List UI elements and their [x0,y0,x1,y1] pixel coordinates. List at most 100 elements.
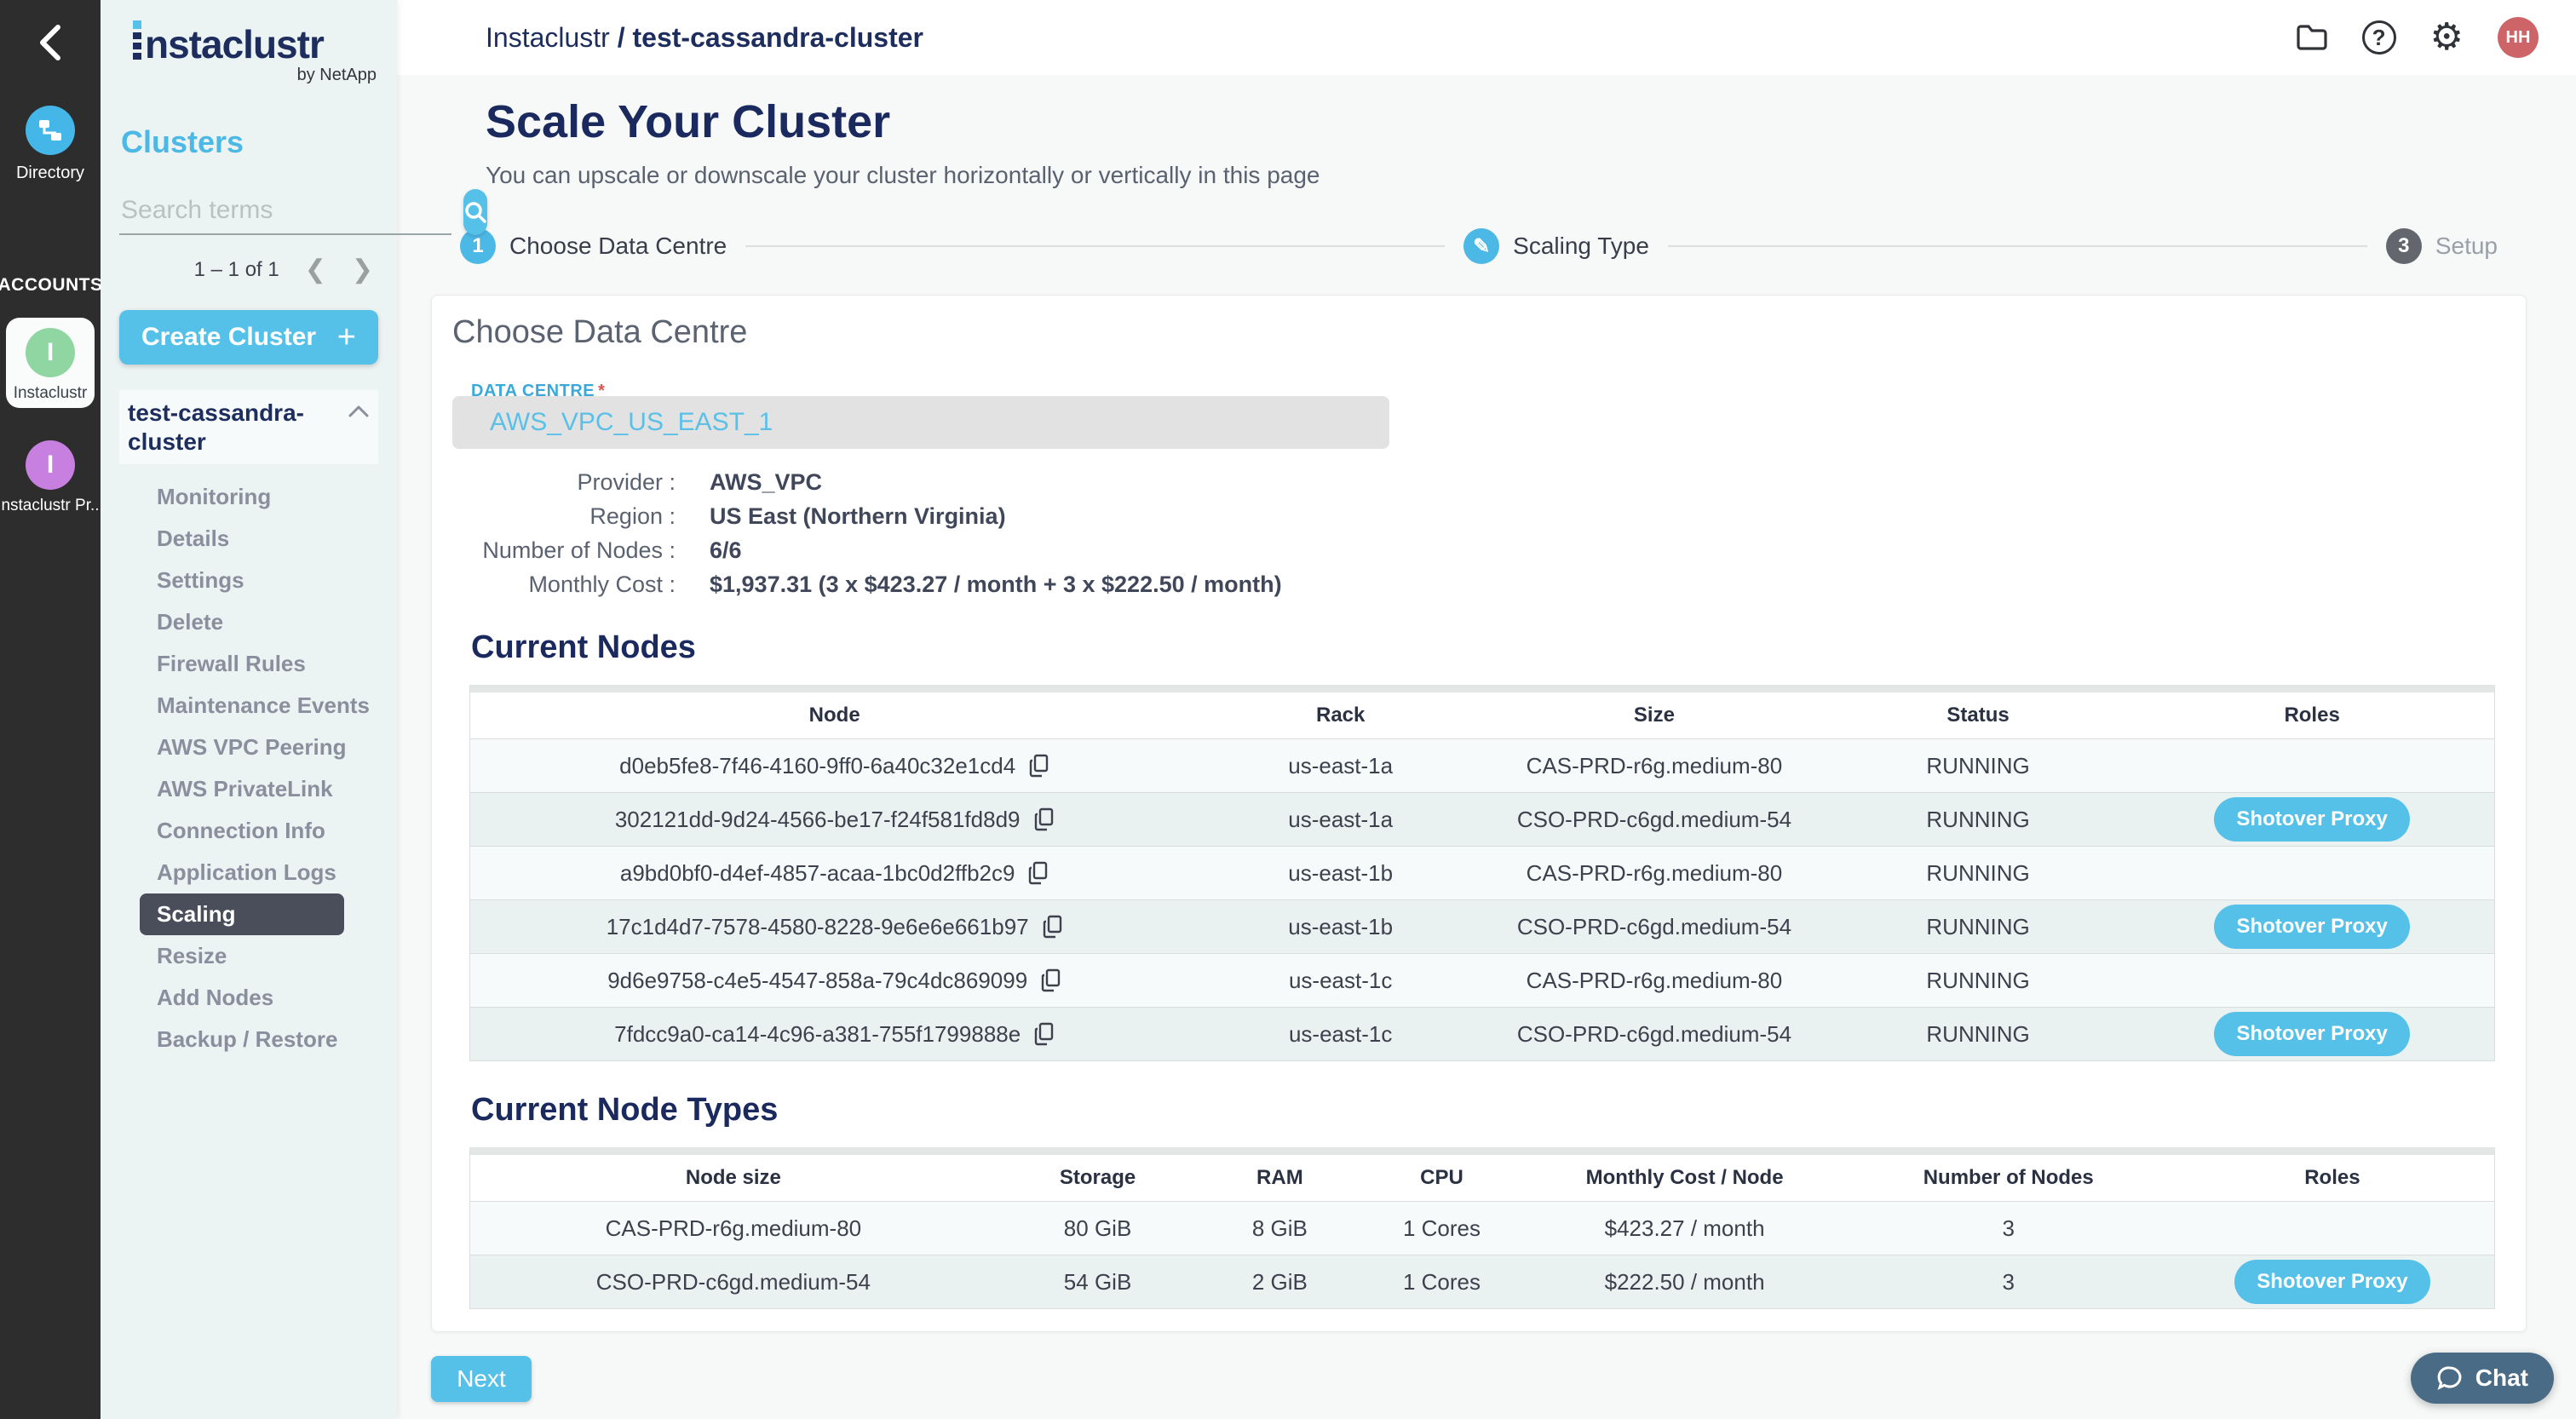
table-header: NodeRackSizeStatusRoles [470,692,2494,738]
current-nodes-table: NodeRackSizeStatusRoles d0eb5fe8-7f46-41… [469,685,2495,1061]
choose-data-centre-card: Choose Data Centre DATA CENTRE* AWS_VPC_… [431,295,2527,1332]
help-icon[interactable]: ? [2362,20,2396,55]
avatar: I [26,440,75,490]
instaclustr-logo: nstaclustr by NetApp [133,20,378,85]
chat-button[interactable]: Chat [2411,1353,2554,1404]
next-button[interactable]: Next [431,1356,532,1402]
breadcrumb-separator: / [610,22,633,53]
cluster-name: test-cassandra-cluster [128,399,324,456]
copy-icon[interactable] [1034,807,1055,831]
copy-icon[interactable] [1029,754,1049,778]
table-row: CSO-PRD-c6gd.medium-5454 GiB2 GiB1 Cores… [470,1255,2494,1308]
sidebar-item-monitoring[interactable]: Monitoring [157,476,378,518]
detail-value: $1,937.31 (3 x $423.27 / month + 3 x $22… [710,570,1282,599]
copy-icon[interactable] [1034,1022,1055,1046]
account-item-instaclustr[interactable]: I Instaclustr [6,318,95,408]
avatar: I [26,328,75,377]
logo-subtitle: by NetApp [133,66,377,85]
clusters-sidebar: nstaclustr by NetApp Clusters 1 – 1 of 1… [101,0,397,1419]
clusters-heading: Clusters [121,124,378,160]
search-input[interactable] [119,191,451,235]
table-header: Node sizeStorageRAMCPUMonthly Cost / Nod… [470,1155,2494,1201]
account-label: Instaclustr Pr... [0,497,104,515]
page-title: Scale Your Cluster [486,95,2527,148]
role-badge: Shotover Proxy [2214,1012,2409,1056]
cluster-accordion-header[interactable]: test-cassandra-cluster [119,390,378,464]
detail-label: Provider : [452,468,676,497]
sidebar-item-connection-info[interactable]: Connection Info [157,810,378,852]
card-heading: Choose Data Centre [452,314,2495,351]
pagination-label: 1 – 1 of 1 [194,258,279,282]
sidebar-item-delete[interactable]: Delete [157,601,378,643]
chevron-right-icon[interactable]: ❯ [352,257,373,283]
table-row: 7fdcc9a0-ca14-4c96-a381-755f1799888e us-… [470,1007,2494,1060]
current-node-types-heading: Current Node Types [471,1092,2495,1129]
table-row: 17c1d4d7-7578-4580-8228-9e6e6e661b97 us-… [470,899,2494,953]
search-icon [463,200,487,224]
account-rail: Directory ACCOUNTS I Instaclustr I Insta… [0,0,101,1419]
topbar: Instaclustr / test-cassandra-cluster ? ⚙… [397,0,2576,75]
copy-icon[interactable] [1028,861,1049,885]
search-button[interactable] [463,189,487,235]
table-row: a9bd0bf0-d4ef-4857-acaa-1bc0d2ffb2c9 us-… [470,846,2494,899]
copy-icon[interactable] [1041,968,1061,992]
sidebar-item-add-nodes[interactable]: Add Nodes [157,977,378,1019]
table-row: 9d6e9758-c4e5-4547-858a-79c4dc869099 us-… [470,953,2494,1007]
logo-text: nstaclustr [145,25,324,64]
detail-label: Region : [452,502,676,531]
data-centre-select[interactable]: AWS_VPC_US_EAST_1 [452,396,1389,449]
current-node-types-table: Node sizeStorageRAMCPUMonthly Cost / Nod… [469,1147,2495,1309]
sidebar-item-aws-vpc-peering[interactable]: AWS VPC Peering [157,727,378,768]
data-centre-selected-option[interactable]: AWS_VPC_US_EAST_1 [490,408,773,437]
sidebar-item-scaling[interactable]: Scaling [140,893,344,935]
sidebar-item-details[interactable]: Details [157,518,378,560]
stepper: 1 Choose Data Centre ✎ Scaling Type 3 Se… [460,228,2498,264]
table-row: d0eb5fe8-7f46-4160-9ff0-6a40c32e1cd4 us-… [470,738,2494,792]
step-choose-data-centre[interactable]: 1 Choose Data Centre [460,228,727,264]
current-nodes-heading: Current Nodes [471,629,2495,666]
sidebar-item-resize[interactable]: Resize [157,935,378,977]
account-item-instaclustr-pr[interactable]: I Instaclustr Pr... [6,430,95,520]
step-connector [745,245,1445,247]
detail-label: Monthly Cost : [452,570,676,599]
directory-icon [37,117,64,144]
step-scaling-type[interactable]: ✎ Scaling Type [1463,228,1649,264]
breadcrumb: Instaclustr / test-cassandra-cluster [486,22,923,54]
chevron-left-icon[interactable]: ❮ [305,257,326,283]
step-setup[interactable]: 3 Setup [2386,228,2498,264]
account-label: Instaclustr [14,384,88,403]
sidebar-item-directory[interactable]: Directory [16,106,84,183]
directory-label: Directory [16,164,84,183]
main-area: Instaclustr / test-cassandra-cluster ? ⚙… [397,0,2576,1419]
page-content: Scale Your Cluster You can upscale or do… [397,75,2576,1419]
copy-icon[interactable] [1043,915,1063,939]
sidebar-item-maintenance-events[interactable]: Maintenance Events [157,685,378,727]
pencil-icon: ✎ [1463,228,1499,264]
back-button[interactable] [26,19,74,66]
back-chevron-icon [37,24,63,61]
chevron-up-icon [348,404,370,419]
logo-i-icon [133,20,141,64]
sidebar-item-aws-privatelink[interactable]: AWS PrivateLink [157,768,378,810]
data-centre-details: Provider :AWS_VPC Region :US East (North… [452,468,2495,599]
sidebar-item-application-logs[interactable]: Application Logs [157,852,378,893]
sidebar-item-settings[interactable]: Settings [157,560,378,601]
breadcrumb-root[interactable]: Instaclustr [486,22,610,53]
create-cluster-button[interactable]: Create Cluster + [119,310,378,365]
role-badge: Shotover Proxy [2234,1260,2429,1304]
folder-icon[interactable] [2296,24,2328,51]
chat-icon [2436,1365,2464,1391]
cluster-menu: Monitoring Details Settings Delete Firew… [119,476,378,1060]
detail-label: Number of Nodes : [452,536,676,565]
detail-value: AWS_VPC [710,468,822,497]
role-badge: Shotover Proxy [2214,905,2409,949]
table-row: CAS-PRD-r6g.medium-8080 GiB8 GiB1 Cores$… [470,1201,2494,1255]
sidebar-item-firewall-rules[interactable]: Firewall Rules [157,643,378,685]
table-row: 302121dd-9d24-4566-be17-f24f581fd8d9 us-… [470,792,2494,846]
detail-value: 6/6 [710,536,742,565]
breadcrumb-current: test-cassandra-cluster [633,22,923,53]
role-badge: Shotover Proxy [2214,797,2409,842]
gear-icon[interactable]: ⚙ [2430,19,2464,56]
user-avatar[interactable]: HH [2498,17,2539,58]
sidebar-item-backup-restore[interactable]: Backup / Restore [157,1019,378,1060]
